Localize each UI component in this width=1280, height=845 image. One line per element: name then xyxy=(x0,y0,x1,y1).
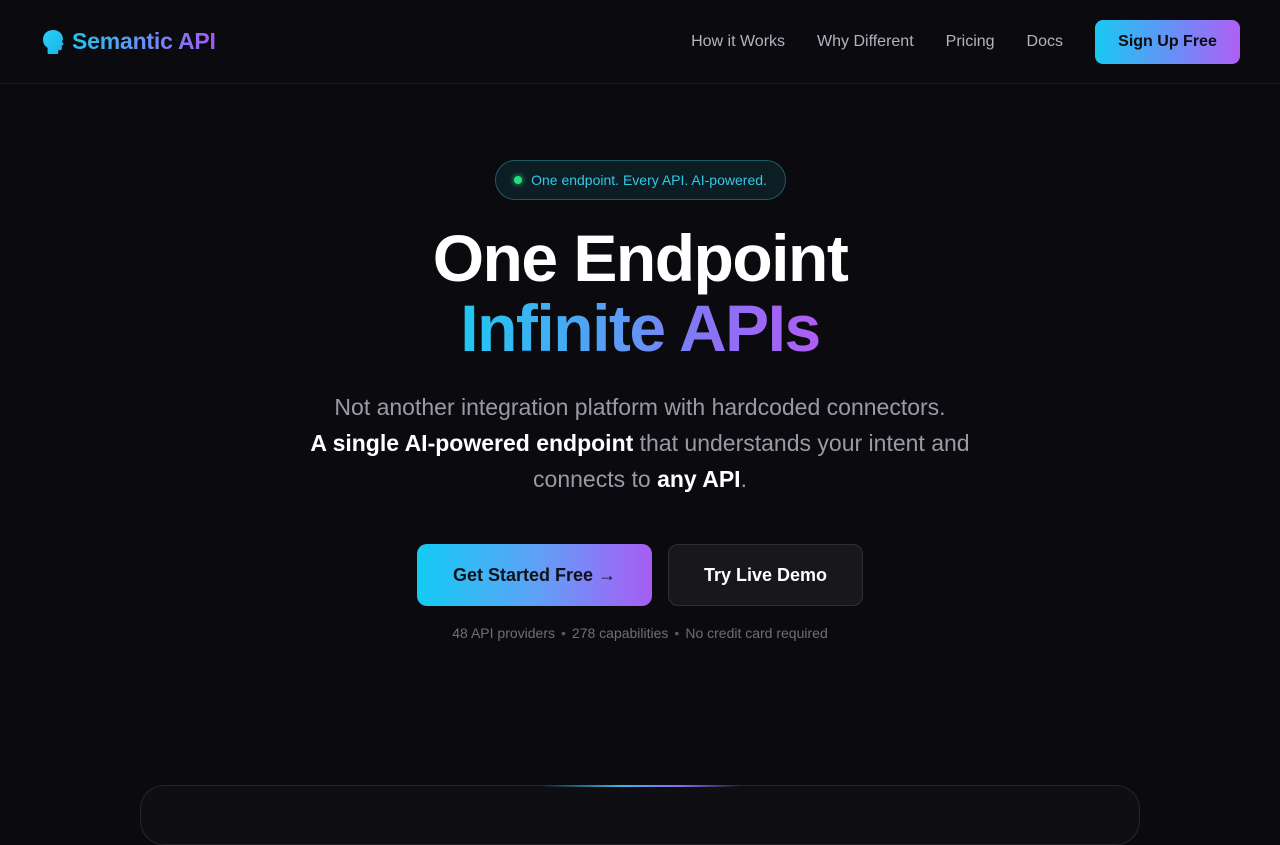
nav-link-pricing[interactable]: Pricing xyxy=(946,33,995,51)
meta-providers: 48 API providers xyxy=(452,625,555,641)
nav-link-docs[interactable]: Docs xyxy=(1027,33,1063,51)
get-started-button[interactable]: Get Started Free → xyxy=(417,544,652,606)
head-icon xyxy=(43,29,64,54)
sub-bold-endpoint: A single AI-powered endpoint xyxy=(310,430,634,456)
sub-line-1: Not another integration platform with ha… xyxy=(334,394,946,420)
nav-link-why-different[interactable]: Why Different xyxy=(817,33,914,51)
brand-logo-link[interactable]: Semantic API xyxy=(42,28,216,55)
meta-capabilities: 278 capabilities xyxy=(571,625,669,641)
nav-link-how-it-works[interactable]: How it Works xyxy=(691,33,785,51)
hero-subheadline: Not another integration platform with ha… xyxy=(290,389,990,497)
meta-separator: • xyxy=(561,625,566,641)
cta-row: Get Started Free → Try Live Demo xyxy=(417,544,863,606)
headline-line-2: Infinite APIs xyxy=(460,291,821,365)
sign-up-button[interactable]: Sign Up Free xyxy=(1095,19,1240,64)
preview-panel xyxy=(140,785,1140,845)
panel-glow-line xyxy=(541,785,741,787)
nav-links: How it Works Why Different Pricing Docs … xyxy=(691,19,1240,64)
top-nav: Semantic API How it Works Why Different … xyxy=(0,0,1280,84)
try-live-demo-button[interactable]: Try Live Demo xyxy=(668,544,863,606)
hero-headline: One Endpoint Infinite APIs xyxy=(0,223,1280,363)
badge-text: One endpoint. Every API. AI-powered. xyxy=(531,172,767,188)
sub-bold-any-api: any API xyxy=(657,466,741,492)
headline-line-1: One Endpoint xyxy=(432,221,849,295)
status-dot-icon xyxy=(514,176,523,184)
hero-meta-stats: 48 API providers • 278 capabilities • No cre… xyxy=(0,625,1280,641)
meta-no-credit-card: No credit card required xyxy=(685,625,828,641)
meta-separator: • xyxy=(674,625,680,641)
announcement-badge: One endpoint. Every API. AI-powered. xyxy=(495,160,786,200)
sub-end: . xyxy=(740,466,747,492)
brand-name: Semantic API xyxy=(72,28,216,54)
